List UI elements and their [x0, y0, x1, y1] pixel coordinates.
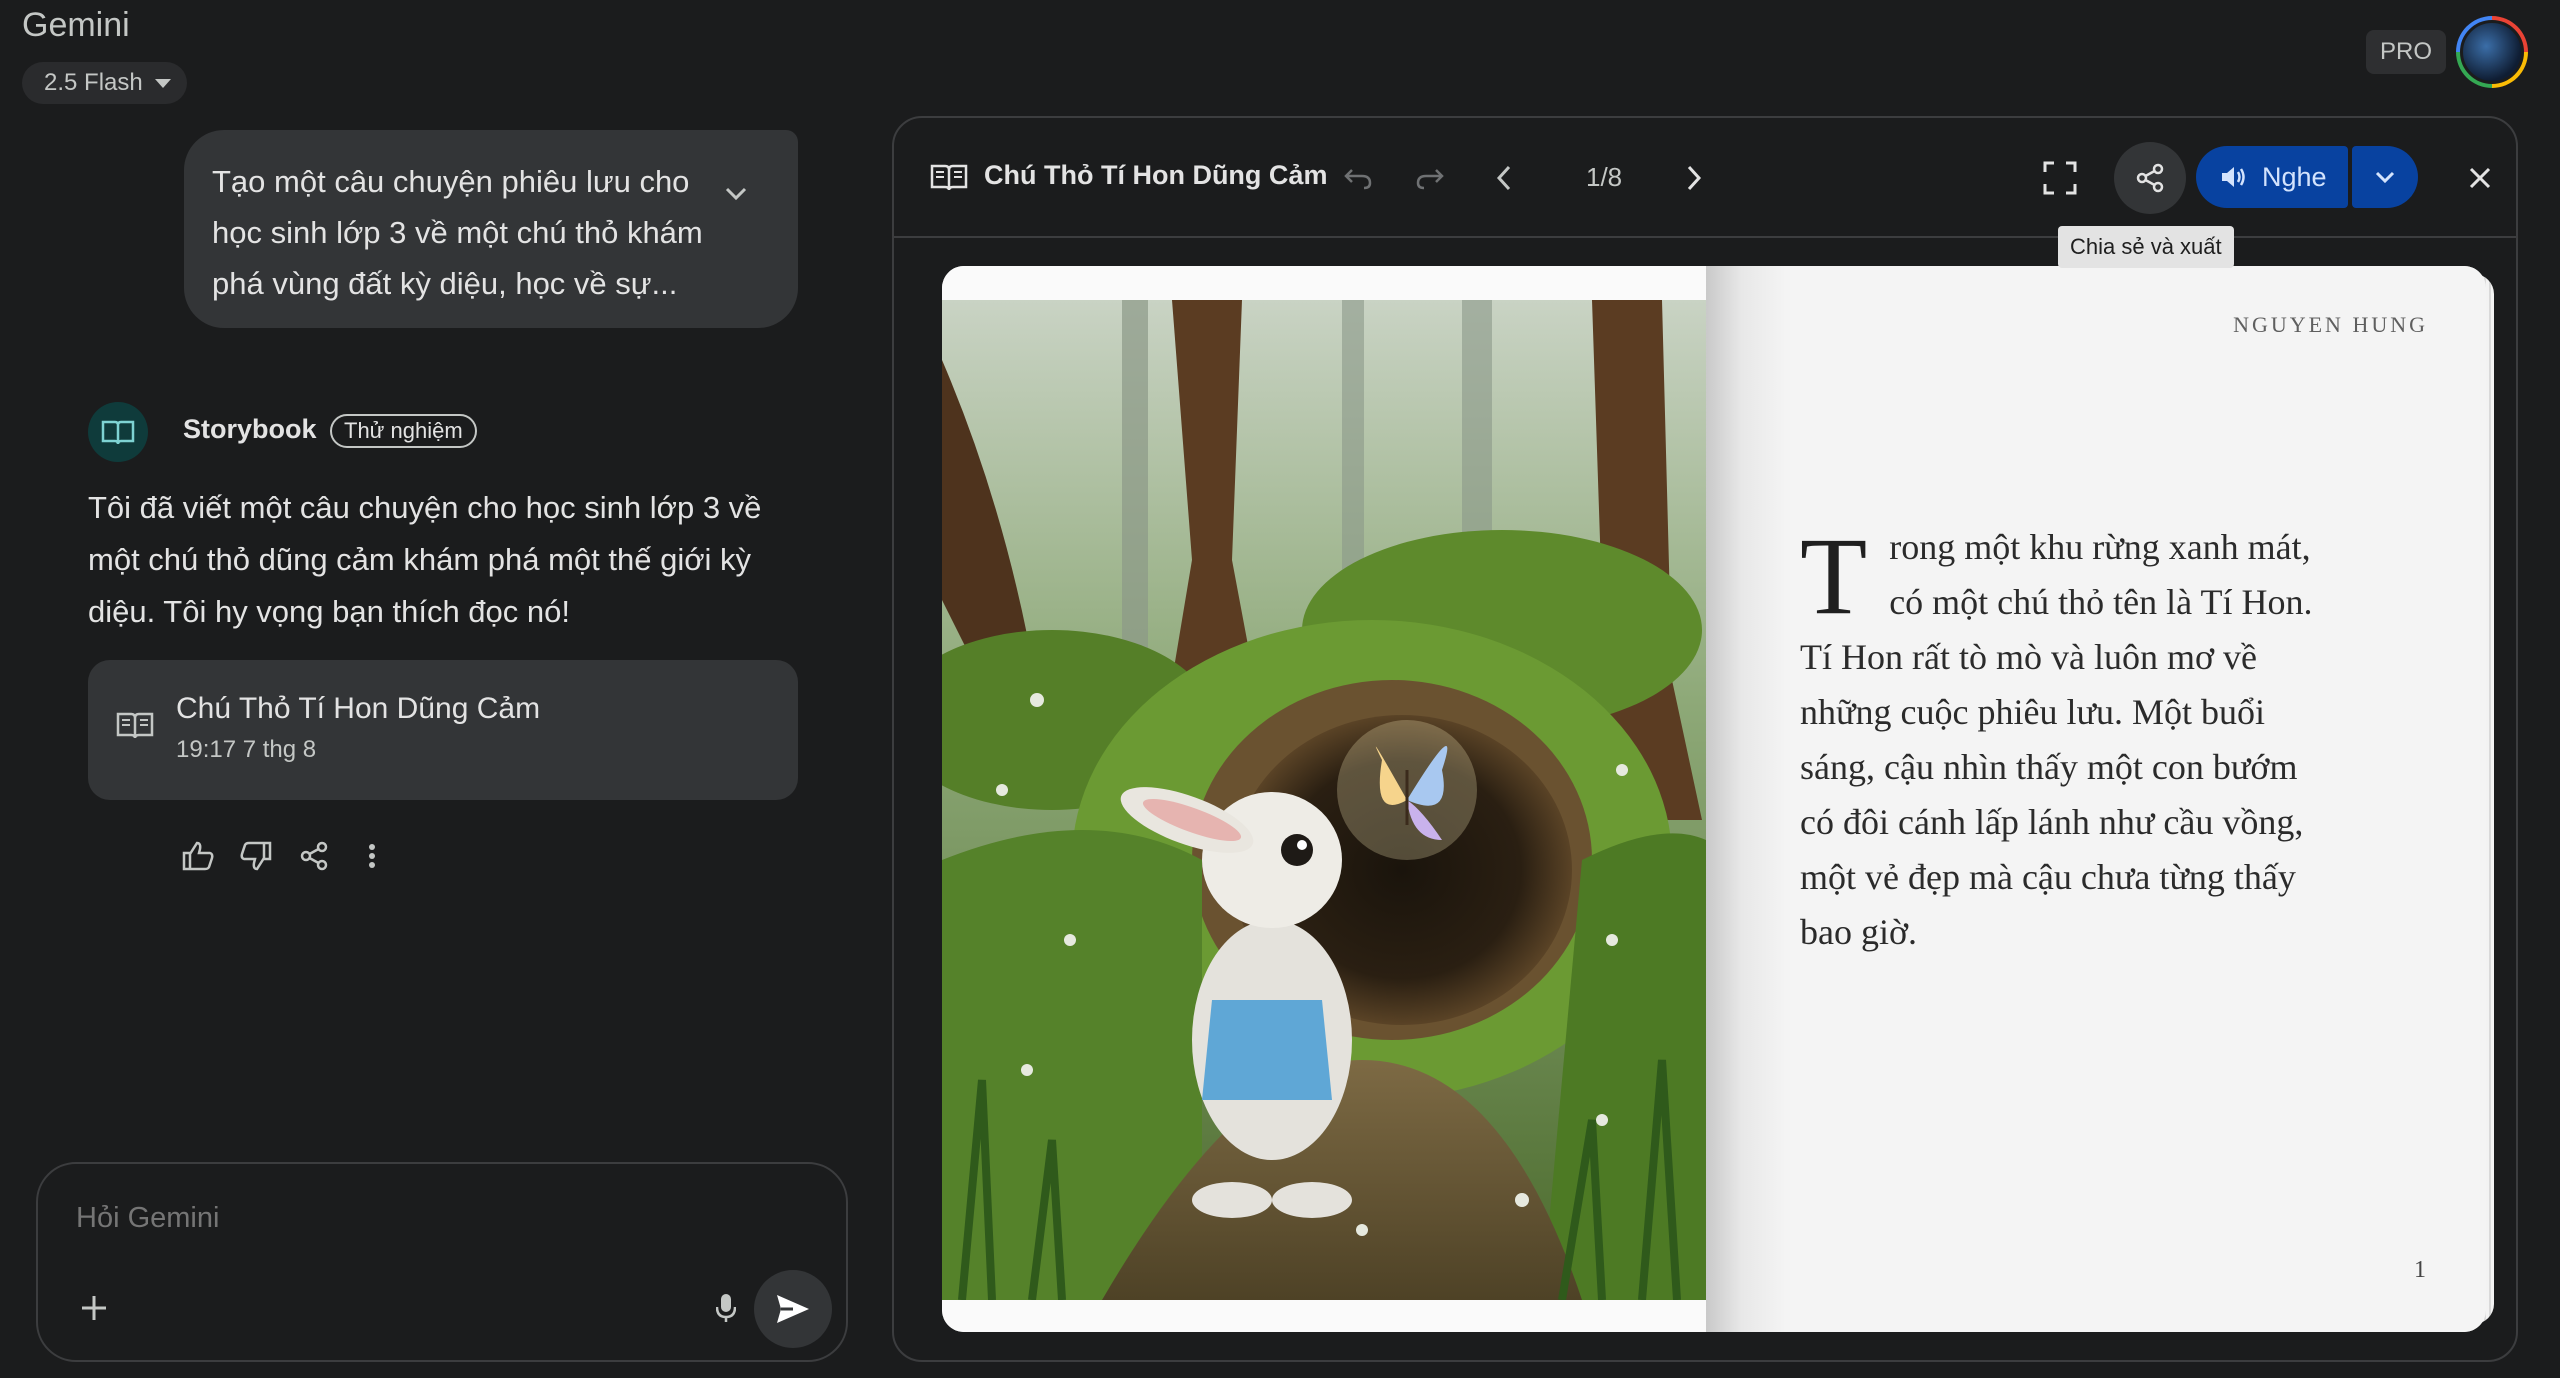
rabbit-butterfly-illustration — [942, 300, 1706, 1300]
story-card[interactable]: Chú Thỏ Tí Hon Dũng Cảm 19:17 7 thg 8 — [88, 660, 798, 800]
undo-icon — [1344, 169, 1372, 190]
share-icon — [300, 841, 328, 871]
story-card-timestamp: 19:17 7 thg 8 — [176, 736, 317, 763]
storybook-title: Chú Thỏ Tí Hon Dũng Cảm — [984, 160, 1328, 190]
story-text: Trong một khu rừng xanh mát, có một chú … — [1800, 520, 2320, 960]
redo-button[interactable] — [1406, 154, 1454, 202]
close-button[interactable] — [2456, 154, 2504, 202]
share-tooltip: Chia sẻ và xuất — [2058, 226, 2234, 268]
book-icon — [930, 164, 968, 191]
share-export-button[interactable] — [2114, 142, 2186, 214]
add-attachment-button[interactable] — [72, 1286, 116, 1330]
listen-options-button[interactable] — [2352, 146, 2418, 208]
model-label: 2.5 Flash — [44, 69, 143, 96]
plus-icon — [82, 1296, 106, 1320]
response-actions — [180, 838, 390, 874]
previous-page-button[interactable] — [1480, 154, 1528, 202]
listen-label: Nghe — [2262, 161, 2327, 192]
undo-button[interactable] — [1334, 154, 1382, 202]
chevron-right-icon — [1687, 165, 1702, 191]
fullscreen-button[interactable] — [2036, 154, 2084, 202]
thumb-up-icon — [182, 841, 214, 871]
caret-down-icon — [154, 78, 171, 88]
listen-button[interactable]: Nghe — [2196, 146, 2348, 208]
chevron-left-icon — [1496, 165, 1511, 191]
close-icon — [2469, 167, 2491, 189]
page-indicator: 1/8 — [1586, 162, 1623, 192]
more-options-button[interactable] — [354, 838, 390, 874]
expand-prompt-button[interactable] — [718, 176, 754, 212]
share-icon — [2136, 163, 2164, 193]
more-vert-icon — [369, 844, 375, 868]
volume-icon — [2222, 167, 2245, 187]
storybook-avatar — [88, 402, 148, 462]
story-card-title: Chú Thỏ Tí Hon Dũng Cảm — [176, 692, 541, 725]
thumb-down-icon — [240, 841, 272, 871]
bot-message: Tôi đã viết một câu chuyện cho học sinh … — [88, 490, 762, 629]
left-page — [942, 266, 1706, 1332]
drop-cap: T — [1800, 515, 1868, 637]
send-icon — [777, 1295, 809, 1323]
avatar[interactable] — [2456, 16, 2528, 88]
storybook-toolbar: Chú Thỏ Tí Hon Dũng Cảm 1/8 Nghe — [894, 118, 2516, 238]
share-response-button[interactable] — [296, 838, 332, 874]
experimental-badge: Thử nghiệm — [330, 414, 477, 448]
thumb-up-button[interactable] — [180, 838, 216, 874]
author-name: NGUYEN HUNG — [2233, 312, 2428, 337]
right-page: NGUYEN HUNG Trong một khu rừng xanh mát,… — [1706, 266, 2486, 1332]
prompt-input[interactable] — [76, 1202, 776, 1235]
page-number: 1 — [2414, 1257, 2426, 1283]
app-title: Gemini — [22, 6, 130, 44]
story-paragraph: rong một khu rừng xanh mát, có một chú t… — [1800, 527, 2313, 952]
user-prompt-bubble: Tạo một câu chuyện phiêu lưu cho học sin… — [184, 130, 798, 328]
pro-badge[interactable]: PRO — [2366, 30, 2447, 74]
model-picker[interactable]: 2.5 Flash — [22, 62, 187, 104]
open-book: NGUYEN HUNG Trong một khu rừng xanh mát,… — [942, 266, 2494, 1332]
fullscreen-icon — [2043, 161, 2077, 195]
chevron-down-icon — [725, 187, 747, 201]
send-button[interactable] — [754, 1270, 832, 1348]
user-prompt-text: Tạo một câu chuyện phiêu lưu cho học sin… — [212, 164, 703, 301]
thumb-down-button[interactable] — [238, 838, 274, 874]
butterfly — [1337, 720, 1477, 860]
book-icon — [101, 420, 135, 445]
bot-name: Storybook — [183, 414, 317, 444]
book-icon — [116, 712, 154, 739]
prompt-box — [36, 1162, 848, 1362]
next-page-button[interactable] — [1670, 154, 1718, 202]
mic-icon — [716, 1294, 736, 1322]
redo-icon — [1416, 169, 1444, 190]
microphone-button[interactable] — [704, 1286, 748, 1330]
chevron-down-icon — [2375, 171, 2395, 183]
